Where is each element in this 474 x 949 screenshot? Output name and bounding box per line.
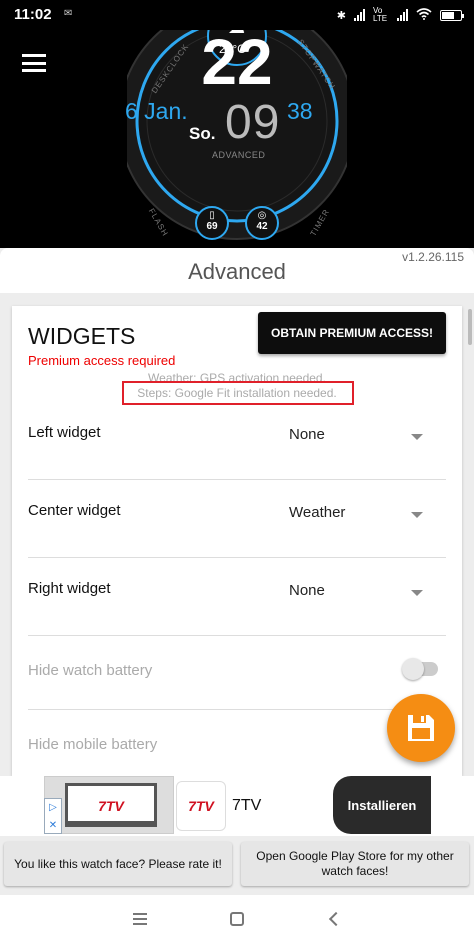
- ad-banner[interactable]: 7TV ▷ ✕ 7TV 7TV Installieren: [0, 776, 474, 836]
- watch-face-header: DESKCLOCK STOPWATCH FLASH TIMER ☁ 22°C 2…: [0, 30, 474, 248]
- save-icon: [408, 715, 434, 741]
- watch-battery-value: 42: [256, 221, 268, 232]
- back-icon[interactable]: [328, 911, 344, 927]
- open-store-button[interactable]: Open Google Play Store for my other watc…: [241, 842, 469, 886]
- dropdown-arrow-icon[interactable]: [411, 590, 423, 596]
- title-card: v1.2.26.115 Advanced: [0, 248, 474, 293]
- watch-battery-bubble: ◎ 42: [245, 206, 279, 240]
- phone-icon: ▯: [209, 210, 215, 221]
- right-widget-select[interactable]: None: [289, 582, 325, 599]
- left-widget-row[interactable]: Left widget None: [28, 404, 446, 480]
- clock-day: So.: [189, 124, 216, 143]
- watch-face-preview: DESKCLOCK STOPWATCH FLASH TIMER ☁ 22°C 2…: [125, 30, 347, 248]
- laptop-image: 7TV: [65, 783, 157, 827]
- mobile-battery-value: 69: [206, 221, 218, 232]
- hide-watch-battery-row: Hide watch battery: [28, 636, 446, 710]
- adchoices-icon[interactable]: ▷ ✕: [44, 798, 62, 834]
- left-widget-select[interactable]: None: [289, 426, 325, 443]
- cell-signal-icon: [354, 9, 365, 21]
- ad-brand-name[interactable]: 7TV: [232, 797, 261, 815]
- status-icons: ✱ Vo LTE: [336, 6, 464, 23]
- rate-app-button[interactable]: You like this watch face? Please rate it…: [4, 842, 232, 886]
- page-title: Advanced: [188, 259, 286, 284]
- left-widget-label: Left widget: [28, 424, 101, 441]
- install-button[interactable]: Installieren: [333, 776, 431, 834]
- ad-image-logo: 7TV: [98, 798, 124, 814]
- network-type-label: Vo LTE: [373, 6, 388, 23]
- navigation-bar: [0, 895, 474, 949]
- hide-mobile-battery-row: Hide mobile battery: [28, 710, 446, 776]
- premium-required-label: Premium access required: [28, 353, 176, 368]
- bluetooth-icon: ✱: [336, 9, 346, 22]
- save-fab-button[interactable]: [387, 694, 455, 762]
- obtain-premium-button[interactable]: OBTAIN PREMIUM ACCESS!: [258, 312, 446, 354]
- battery-icon: [440, 9, 464, 21]
- clock-minute: 09: [225, 96, 281, 149]
- ad-app-logo[interactable]: 7TV: [176, 781, 226, 831]
- mobile-battery-bubble: ▯ 69: [195, 206, 229, 240]
- status-time: 11:02: [14, 6, 52, 23]
- recent-apps-icon[interactable]: [133, 913, 147, 925]
- center-widget-select[interactable]: Weather: [289, 504, 345, 521]
- right-widget-row[interactable]: Right widget None: [28, 560, 446, 636]
- dropdown-arrow-icon[interactable]: [411, 512, 423, 518]
- cell-signal-2-icon: [397, 9, 408, 21]
- center-widget-label: Center widget: [28, 502, 121, 519]
- widgets-section-title: WIDGETS: [28, 323, 136, 349]
- hide-mobile-battery-label: Hide mobile battery: [28, 736, 158, 753]
- right-widget-label: Right widget: [28, 580, 111, 597]
- dropdown-arrow-icon[interactable]: [411, 434, 423, 440]
- status-bar: 11:02 ✉ ✱ Vo LTE: [0, 0, 474, 30]
- hide-watch-battery-toggle[interactable]: [402, 658, 438, 680]
- watch-icon: ◎: [257, 210, 267, 221]
- center-widget-row[interactable]: Center widget Weather: [28, 482, 446, 558]
- mode-label: ADVANCED: [212, 150, 266, 160]
- clock-date: 6 Jan.: [125, 98, 188, 124]
- wifi-icon: [416, 7, 432, 23]
- home-icon[interactable]: [230, 912, 244, 926]
- clock-second: 38: [287, 98, 313, 124]
- ad-image[interactable]: 7TV: [44, 776, 174, 834]
- highlight-box: [122, 381, 354, 405]
- menu-icon[interactable]: [22, 54, 46, 72]
- scrollbar[interactable]: [468, 309, 472, 345]
- clock-hour: 22: [201, 30, 273, 98]
- notification-icon: ✉: [64, 8, 73, 19]
- hide-watch-battery-label: Hide watch battery: [28, 662, 153, 679]
